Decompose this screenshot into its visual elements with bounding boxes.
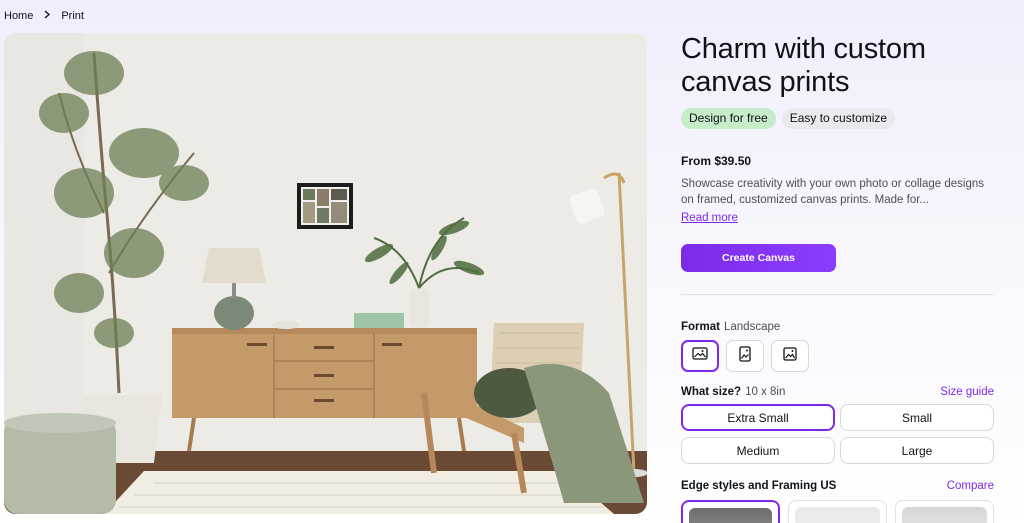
format-section: Format Landscape bbox=[681, 321, 994, 372]
price-text: From $39.50 bbox=[681, 154, 752, 168]
edge-label: Edge styles and Framing US bbox=[681, 480, 837, 492]
badge-row: Design for free Easy to customize bbox=[681, 108, 994, 129]
size-option-large[interactable]: Large bbox=[840, 437, 994, 464]
format-label-text: Format bbox=[681, 321, 720, 333]
breadcrumb-print-link[interactable]: Print bbox=[61, 10, 84, 22]
size-header: What size? 10 x 8in Size guide bbox=[681, 386, 994, 398]
format-label: Format Landscape bbox=[681, 321, 994, 333]
size-option-medium[interactable]: Medium bbox=[681, 437, 835, 464]
format-portrait-option[interactable] bbox=[726, 340, 764, 372]
create-canvas-button[interactable]: Create Canvas bbox=[681, 244, 836, 272]
size-value: 10 x 8in bbox=[745, 386, 786, 398]
format-options bbox=[681, 340, 994, 372]
edge-options bbox=[681, 500, 995, 523]
read-more-link[interactable]: Read more bbox=[681, 212, 738, 224]
size-section: What size? 10 x 8in Size guide Extra Smal… bbox=[681, 386, 994, 464]
product-description: Showcase creativity with your own photo … bbox=[681, 178, 984, 206]
edge-option-3[interactable] bbox=[895, 500, 995, 523]
edge-option-1[interactable] bbox=[681, 500, 781, 523]
format-landscape-option[interactable] bbox=[681, 340, 719, 372]
format-value: Landscape bbox=[723, 321, 781, 333]
square-image-icon bbox=[783, 346, 797, 366]
size-option-small[interactable]: Small bbox=[840, 404, 994, 431]
product-hero-image bbox=[4, 33, 647, 514]
size-label-text: What size? bbox=[681, 386, 742, 398]
size-label: What size? 10 x 8in bbox=[681, 386, 785, 398]
compare-link[interactable]: Compare bbox=[947, 480, 994, 492]
design-for-free-badge: Design for free bbox=[681, 108, 776, 129]
page-title: Charm with custom canvas prints bbox=[681, 33, 926, 98]
breadcrumb: Home Print bbox=[4, 10, 84, 22]
format-square-option[interactable] bbox=[771, 340, 809, 372]
easy-to-customize-badge: Easy to customize bbox=[781, 108, 896, 129]
portrait-image-icon bbox=[739, 345, 751, 367]
edge-thumbnail bbox=[902, 507, 988, 523]
size-options: Extra Small Small Medium Large bbox=[681, 404, 994, 464]
chevron-right-icon bbox=[43, 10, 51, 22]
edge-thumbnail bbox=[689, 508, 773, 523]
size-option-extra-small[interactable]: Extra Small bbox=[681, 404, 835, 431]
landscape-image-icon bbox=[692, 347, 708, 365]
edge-option-2[interactable] bbox=[788, 500, 888, 523]
product-panel: Charm with custom canvas prints Design f… bbox=[681, 33, 995, 523]
edge-header: Edge styles and Framing US Compare bbox=[681, 480, 994, 492]
edge-section: Edge styles and Framing US Compare bbox=[681, 480, 995, 523]
divider bbox=[681, 294, 994, 295]
edge-thumbnail bbox=[795, 507, 881, 523]
size-guide-link[interactable]: Size guide bbox=[940, 386, 994, 398]
breadcrumb-home-link[interactable]: Home bbox=[4, 10, 33, 22]
